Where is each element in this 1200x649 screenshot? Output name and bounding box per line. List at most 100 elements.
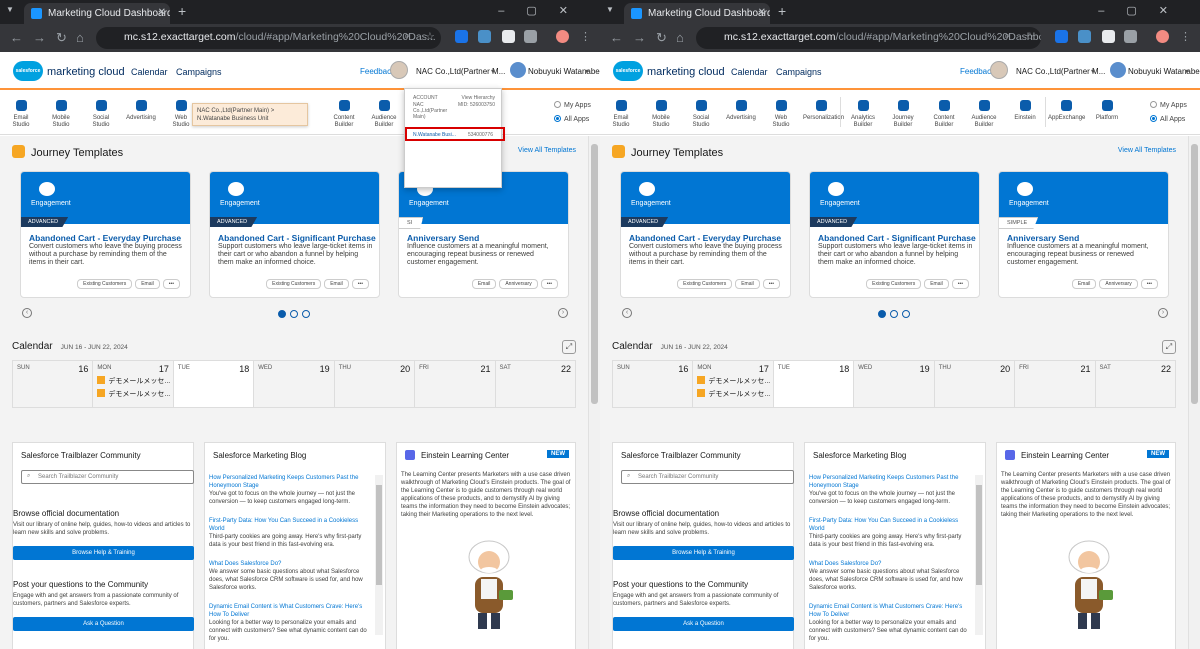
- profile-avatar[interactable]: [556, 30, 569, 43]
- extension-icon[interactable]: [502, 30, 515, 43]
- app-audience[interactable]: Audience Builder: [966, 97, 1002, 129]
- extension-icon[interactable]: [1078, 30, 1091, 43]
- my-apps-radio[interactable]: My Apps: [1150, 101, 1187, 109]
- app-journey[interactable]: Journey Builder: [885, 97, 921, 129]
- calendar-event[interactable]: デモメールメッセ...: [697, 389, 770, 399]
- calendar-day[interactable]: SAT 22: [1095, 361, 1175, 407]
- blog-link[interactable]: First-Party Data: How You Can Succeed in…: [809, 517, 971, 533]
- menu-kebab-icon[interactable]: ⋮: [580, 30, 591, 43]
- app-advertising[interactable]: Advertising: [123, 97, 159, 122]
- tab-search-icon[interactable]: ▼: [6, 5, 20, 19]
- blog-link[interactable]: What Does Salesforce Do?: [209, 560, 371, 568]
- page-scrollbar[interactable]: [588, 136, 600, 649]
- app-platform[interactable]: Platform: [1089, 97, 1125, 122]
- app-einstein[interactable]: Einstein: [1007, 97, 1043, 122]
- all-apps-radio[interactable]: All Apps: [554, 115, 589, 123]
- business-unit-avatar[interactable]: [390, 61, 408, 79]
- app-analytics[interactable]: Analytics Builder: [845, 97, 881, 129]
- menu-kebab-icon[interactable]: ⋮: [1180, 30, 1191, 43]
- calendar-day[interactable]: MON 17 デモメールメッセ... デモメールメッセ...: [693, 361, 774, 407]
- home-icon[interactable]: ⌂: [76, 30, 84, 45]
- carousel-prev-icon[interactable]: ‹: [22, 308, 32, 318]
- more-tags-button[interactable]: •••: [1140, 279, 1158, 289]
- blog-link[interactable]: What Does Salesforce Do?: [809, 560, 971, 568]
- extension-icon[interactable]: [478, 30, 491, 43]
- blog-scrollbar[interactable]: [375, 475, 383, 635]
- tab-search-icon[interactable]: ▼: [606, 5, 620, 19]
- calendar-day[interactable]: SUN 16: [613, 361, 694, 407]
- more-tags-button[interactable]: •••: [951, 279, 969, 289]
- calendar-day[interactable]: WED 19: [254, 361, 335, 407]
- journey-template-card[interactable]: Engagement SI Anniversary Send Influence …: [398, 171, 569, 298]
- profile-avatar[interactable]: [1156, 30, 1169, 43]
- app-appexchange[interactable]: AppExchange: [1048, 97, 1085, 122]
- nav-calendar[interactable]: Calendar: [131, 67, 168, 77]
- view-hierarchy-link[interactable]: View Hierarchy: [461, 95, 495, 101]
- blog-link[interactable]: How Personalized Marketing Keeps Custome…: [209, 474, 371, 490]
- my-apps-radio[interactable]: My Apps: [554, 101, 591, 109]
- trailblazer-search-input[interactable]: ⌕ Search Trailblazer Community: [621, 470, 794, 484]
- carousel-prev-icon[interactable]: ‹: [622, 308, 632, 318]
- salesforce-logo[interactable]: salesforce: [613, 61, 643, 81]
- calendar-day[interactable]: THU 20: [934, 361, 1016, 407]
- browse-help-button[interactable]: Browse Help & Training: [613, 546, 794, 560]
- ask-question-button[interactable]: Ask a Question: [13, 617, 194, 631]
- blog-scrollbar[interactable]: [975, 475, 983, 635]
- window-controls[interactable]: –▢✕: [1098, 4, 1190, 17]
- blog-link[interactable]: First-Party Data: How You Can Succeed in…: [209, 517, 371, 533]
- bookmark-star-icon[interactable]: ☆: [1025, 30, 1035, 43]
- calendar-day[interactable]: SAT 22: [495, 361, 575, 407]
- carousel-next-icon[interactable]: ›: [1158, 308, 1168, 318]
- journey-template-card[interactable]: Engagement SIMPLE Anniversary Send Influe…: [998, 171, 1169, 298]
- calendar-day[interactable]: FRI 21: [415, 361, 496, 407]
- all-apps-radio[interactable]: All Apps: [1150, 115, 1185, 123]
- url-bar[interactable]: mc.s12.exacttarget.com/cloud/#app/Market…: [696, 27, 1041, 49]
- journey-template-card[interactable]: Engagement ADVANCED Abandoned Cart - Sign…: [809, 171, 980, 298]
- more-tags-button[interactable]: •••: [762, 279, 780, 289]
- more-tags-button[interactable]: •••: [540, 279, 558, 289]
- journey-template-card[interactable]: Engagement ADVANCED Abandoned Cart - Sign…: [209, 171, 380, 298]
- expand-calendar-icon[interactable]: ⤢: [1162, 340, 1176, 354]
- zoom-icon[interactable]: ⌕: [1004, 30, 1010, 43]
- business-unit-avatar[interactable]: [990, 61, 1008, 79]
- app-social[interactable]: Social Studio: [683, 97, 719, 129]
- calendar-day[interactable]: THU 20: [334, 361, 416, 407]
- card-title[interactable]: Abandoned Cart - Significant Purchase: [818, 233, 976, 243]
- carousel-dots[interactable]: [278, 310, 314, 318]
- expand-calendar-icon[interactable]: ⤢: [562, 340, 576, 354]
- carousel-dot[interactable]: [890, 310, 898, 318]
- app-advertising[interactable]: Advertising: [723, 97, 759, 122]
- app-audience[interactable]: Audience Builder: [366, 97, 402, 129]
- carousel-dot[interactable]: [902, 310, 910, 318]
- extensions-puzzle-icon[interactable]: [1124, 30, 1137, 43]
- carousel-dot[interactable]: [302, 310, 310, 318]
- selected-business-unit[interactable]: N.Watanabe Busi...: [413, 132, 456, 138]
- carousel-dot[interactable]: [290, 310, 298, 318]
- chevron-down-icon[interactable]: ▾: [1185, 67, 1189, 76]
- more-tags-button[interactable]: •••: [351, 279, 369, 289]
- close-tab-icon[interactable]: ✕: [158, 7, 166, 18]
- view-all-templates-link[interactable]: View All Templates: [518, 147, 576, 154]
- app-content[interactable]: Content Builder: [326, 97, 362, 129]
- nav-campaigns[interactable]: Campaigns: [176, 67, 222, 77]
- calendar-event[interactable]: デモメールメッセ...: [97, 389, 170, 399]
- app-mobile[interactable]: Mobile Studio: [643, 97, 679, 129]
- new-tab-icon[interactable]: +: [178, 3, 186, 19]
- reload-icon[interactable]: ↻: [656, 30, 667, 46]
- carousel-dot[interactable]: [878, 310, 886, 318]
- forward-icon[interactable]: →: [33, 30, 46, 45]
- bookmark-star-icon[interactable]: ☆: [425, 30, 435, 43]
- card-title[interactable]: Abandoned Cart - Everyday Purchase: [629, 233, 781, 243]
- carousel-next-icon[interactable]: ›: [558, 308, 568, 318]
- user-avatar[interactable]: [510, 62, 526, 78]
- card-title[interactable]: Anniversary Send: [1007, 233, 1079, 243]
- calendar-day[interactable]: SUN 16: [13, 361, 94, 407]
- new-tab-icon[interactable]: +: [778, 3, 786, 19]
- forward-icon[interactable]: →: [633, 30, 646, 45]
- trailblazer-search-input[interactable]: ⌕ Search Trailblazer Community: [21, 470, 194, 484]
- chevron-down-icon[interactable]: ▾: [491, 67, 495, 76]
- home-icon[interactable]: ⌂: [676, 30, 684, 45]
- journey-template-card[interactable]: Engagement ADVANCED Abandoned Cart - Ever…: [20, 171, 191, 298]
- journey-template-card[interactable]: Engagement ADVANCED Abandoned Cart - Ever…: [620, 171, 791, 298]
- calendar-day[interactable]: TUE 18: [174, 361, 255, 407]
